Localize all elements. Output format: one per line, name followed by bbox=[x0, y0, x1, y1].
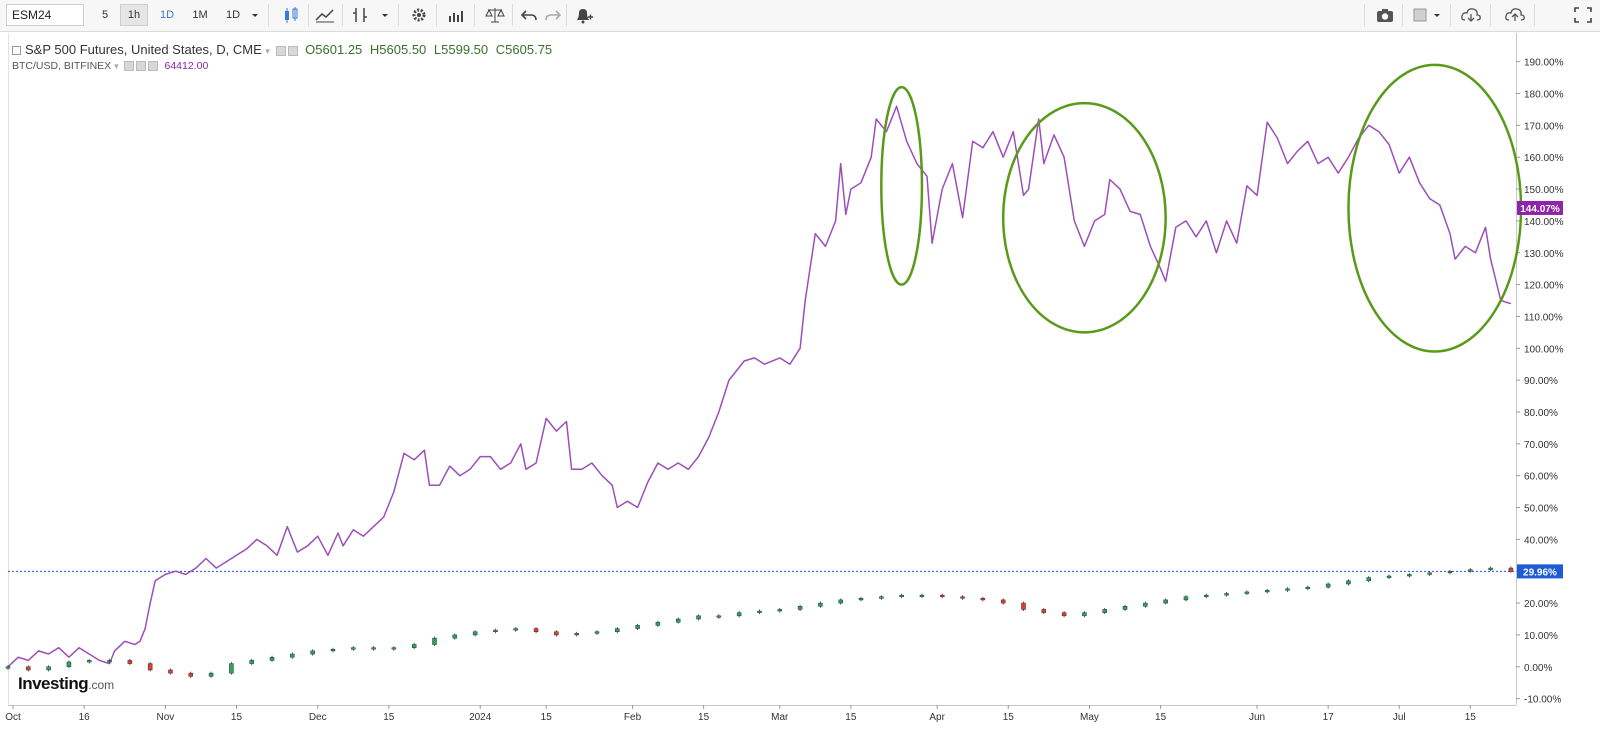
main-series-title: S&P 500 Futures, United States, D, CME bbox=[25, 42, 262, 57]
collapse-legend-icon[interactable] bbox=[12, 46, 21, 56]
btc-series-legend: BTC/USD, BITFINEX ▾ 64412.00 bbox=[12, 60, 208, 72]
chevron-down-icon[interactable] bbox=[249, 5, 261, 25]
chevron-down-icon[interactable] bbox=[378, 5, 392, 25]
high-value: H5605.50 bbox=[369, 42, 427, 57]
interval-1m-button[interactable]: 1M bbox=[186, 4, 214, 26]
time-axis[interactable] bbox=[8, 705, 1516, 739]
interval-1d-dropdown-button[interactable]: 1D bbox=[219, 4, 247, 26]
settings-icon[interactable] bbox=[275, 45, 286, 56]
chart-plot-area[interactable] bbox=[8, 33, 1517, 705]
chevron-down-icon[interactable]: ▾ bbox=[265, 46, 270, 56]
interval-1h-button[interactable]: 1h bbox=[120, 4, 148, 26]
chevron-down-icon[interactable] bbox=[1430, 5, 1444, 25]
undo-icon[interactable] bbox=[518, 5, 540, 25]
chevron-down-icon[interactable]: ▾ bbox=[114, 61, 119, 71]
close-icon[interactable] bbox=[147, 61, 158, 72]
price-axis[interactable] bbox=[1516, 33, 1600, 705]
interval-5-button[interactable]: 5 bbox=[94, 4, 116, 26]
interval-1d-button[interactable]: 1D bbox=[153, 4, 181, 26]
close-value: C5605.75 bbox=[495, 42, 553, 57]
btc-series-title: BTC/USD, BITFINEX bbox=[12, 60, 112, 72]
line-chart-type-icon[interactable] bbox=[314, 5, 336, 25]
cloud-upload-icon[interactable] bbox=[1504, 5, 1526, 25]
btc-value: 64412.00 bbox=[164, 60, 209, 72]
main-series-legend: S&P 500 Futures, United States, D, CME ▾… bbox=[12, 42, 552, 57]
indicators-icon[interactable] bbox=[350, 5, 372, 25]
cloud-download-icon[interactable] bbox=[1460, 5, 1482, 25]
redo-icon[interactable] bbox=[542, 5, 564, 25]
alert-bell-icon[interactable] bbox=[572, 5, 594, 25]
fullscreen-icon[interactable] bbox=[1572, 5, 1594, 25]
hide-icon[interactable] bbox=[135, 61, 146, 72]
low-value: L5599.50 bbox=[433, 42, 489, 57]
settings-icon[interactable] bbox=[123, 61, 134, 72]
camera-icon[interactable] bbox=[1374, 5, 1396, 25]
color-square-icon[interactable] bbox=[1410, 5, 1432, 25]
investing-logo: Investing.com bbox=[18, 674, 115, 693]
bar-chart-icon[interactable] bbox=[446, 5, 468, 25]
settings-gear-icon[interactable] bbox=[408, 5, 430, 25]
open-value: O5601.25 bbox=[305, 42, 363, 57]
candlestick-chart-icon[interactable] bbox=[280, 5, 302, 25]
hide-icon[interactable] bbox=[287, 45, 298, 56]
symbol-input[interactable] bbox=[6, 4, 84, 26]
chart-toolbar: 5 1h 1D 1M 1D bbox=[0, 0, 1600, 32]
compare-scale-icon[interactable] bbox=[484, 5, 506, 25]
